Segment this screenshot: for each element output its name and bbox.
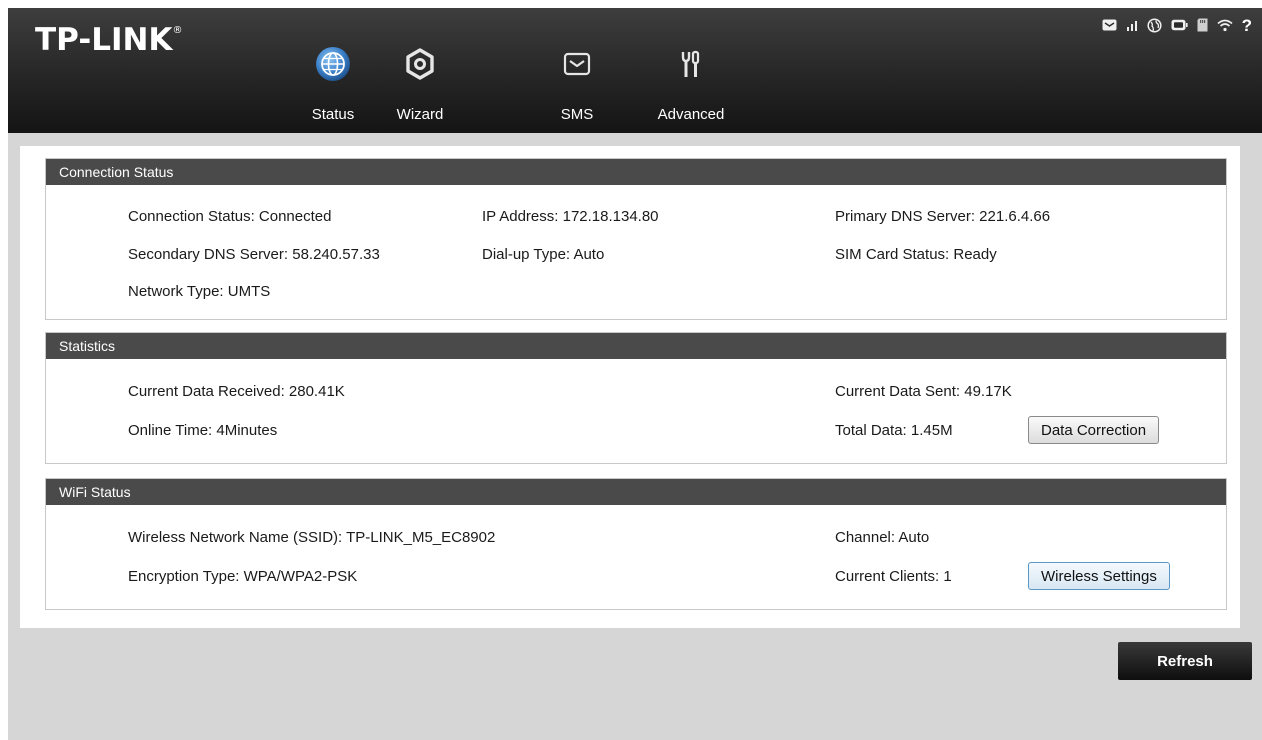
settings-ring-icon <box>406 48 434 80</box>
wifi-icon <box>1217 19 1233 31</box>
router-admin-app: TP-LINK® Status Wizard SMS Advanced ? Co… <box>8 8 1262 740</box>
current-clients-value: Current Clients: 1 <box>835 568 952 585</box>
connection-status-panel: Connection Status Connection Status: Con… <box>45 158 1227 320</box>
nav-wizard[interactable]: Wizard <box>375 46 465 128</box>
connection-status-value: Connection Status: Connected <box>128 208 332 225</box>
wifi-status-title: WiFi Status <box>46 479 1226 505</box>
network-type-value: Network Type: UMTS <box>128 283 271 300</box>
tp-link-logo: TP-LINK® <box>35 22 183 58</box>
ip-address-value: IP Address: 172.18.134.80 <box>482 208 659 225</box>
connection-status-title: Connection Status <box>46 159 1226 185</box>
data-sent-value: Current Data Sent: 49.17K <box>835 383 1012 400</box>
device-status-icons: ? <box>1102 16 1252 34</box>
message-icon[interactable] <box>1102 19 1117 31</box>
nav-advanced[interactable]: Advanced <box>646 46 736 128</box>
channel-value: Channel: Auto <box>835 529 930 546</box>
envelope-icon <box>563 52 591 76</box>
ssid-value: Wireless Network Name (SSID): TP-LINK_M5… <box>128 529 496 546</box>
battery-icon <box>1171 19 1188 31</box>
statistics-title: Statistics <box>46 333 1226 359</box>
nav-status-label: Status <box>311 106 355 123</box>
help-icon[interactable]: ? <box>1242 17 1252 34</box>
status-content: Connection Status Connection Status: Con… <box>20 146 1240 628</box>
dialup-type-value: Dial-up Type: Auto <box>482 246 605 263</box>
nav-status[interactable]: Status <box>288 46 378 128</box>
tools-icon <box>681 50 700 77</box>
online-time-value: Online Time: 4Minutes <box>128 422 278 439</box>
encryption-type-value: Encryption Type: WPA/WPA2-PSK <box>128 568 358 585</box>
sd-card-icon <box>1197 18 1208 32</box>
total-data-value: Total Data: 1.45M <box>835 422 953 439</box>
wireless-settings-button[interactable]: Wireless Settings <box>1028 562 1170 590</box>
wifi-status-panel: WiFi Status Wireless Network Name (SSID)… <box>45 478 1227 610</box>
globe-icon <box>316 47 350 81</box>
nav-sms-label: SMS <box>560 106 594 123</box>
internet-icon <box>1147 17 1162 33</box>
nav-wizard-label: Wizard <box>396 106 444 123</box>
data-correction-button[interactable]: Data Correction <box>1028 416 1160 444</box>
sim-status-value: SIM Card Status: Ready <box>835 246 997 263</box>
data-received-value: Current Data Received: 280.41K <box>128 383 345 400</box>
secondary-dns-value: Secondary DNS Server: 58.240.57.33 <box>128 246 380 263</box>
statistics-panel: Statistics Current Data Received: 280.41… <box>45 332 1227 464</box>
refresh-button[interactable]: Refresh <box>1118 642 1252 680</box>
nav-advanced-label: Advanced <box>657 106 725 123</box>
top-header: TP-LINK® Status Wizard SMS Advanced ? <box>8 8 1262 133</box>
nav-sms[interactable]: SMS <box>532 46 622 128</box>
signal-icon <box>1126 21 1137 31</box>
primary-dns-value: Primary DNS Server: 221.6.4.66 <box>835 208 1051 225</box>
